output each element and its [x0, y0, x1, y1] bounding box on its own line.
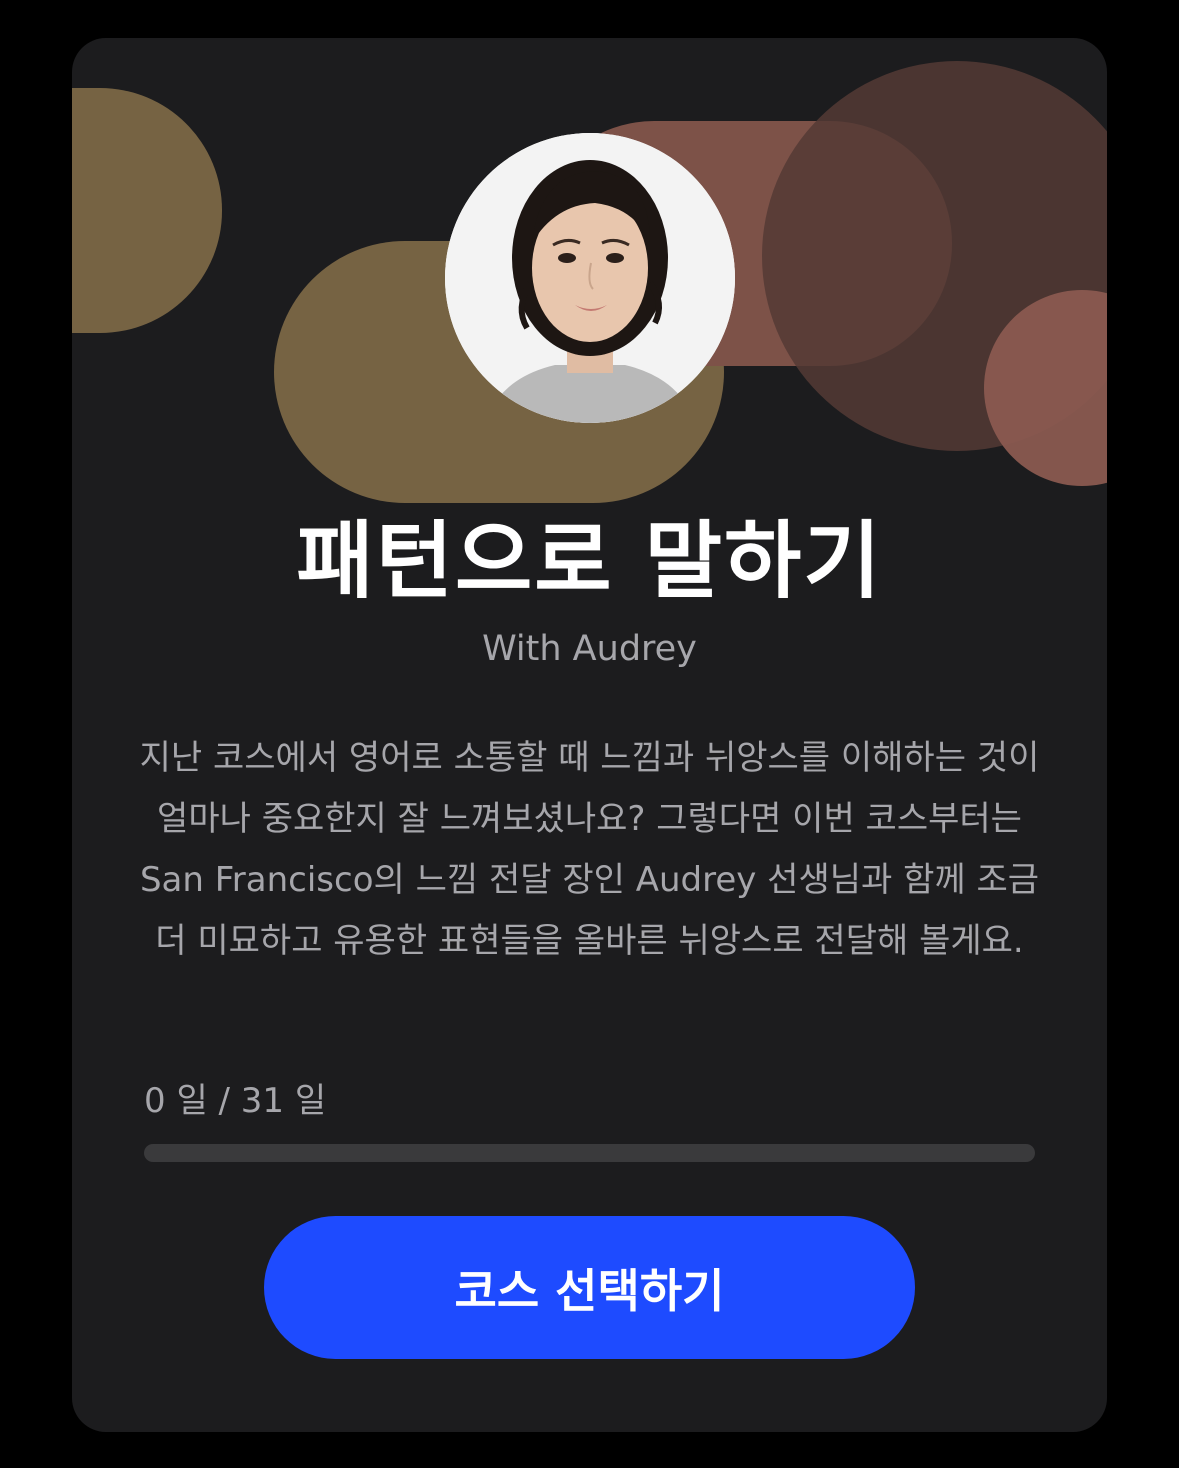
- course-description: 지난 코스에서 영어로 소통할 때 느낌과 뉘앙스를 이해하는 것이 얼마나 중…: [139, 738, 1040, 961]
- instructor-avatar: [445, 133, 735, 423]
- course-instructor-subtitle: With Audrey: [482, 629, 697, 669]
- course-card: 패턴으로 말하기 With Audrey 지난 코스에서 영어로 소통할 때 느…: [72, 38, 1107, 1432]
- course-title: 패턴으로 말하기: [296, 512, 883, 610]
- select-course-button[interactable]: 코스 선택하기: [264, 1216, 915, 1359]
- progress-label: 0 일 / 31 일: [144, 1081, 327, 1121]
- instructor-portrait-image: [445, 133, 735, 423]
- progress-bar: [144, 1144, 1035, 1162]
